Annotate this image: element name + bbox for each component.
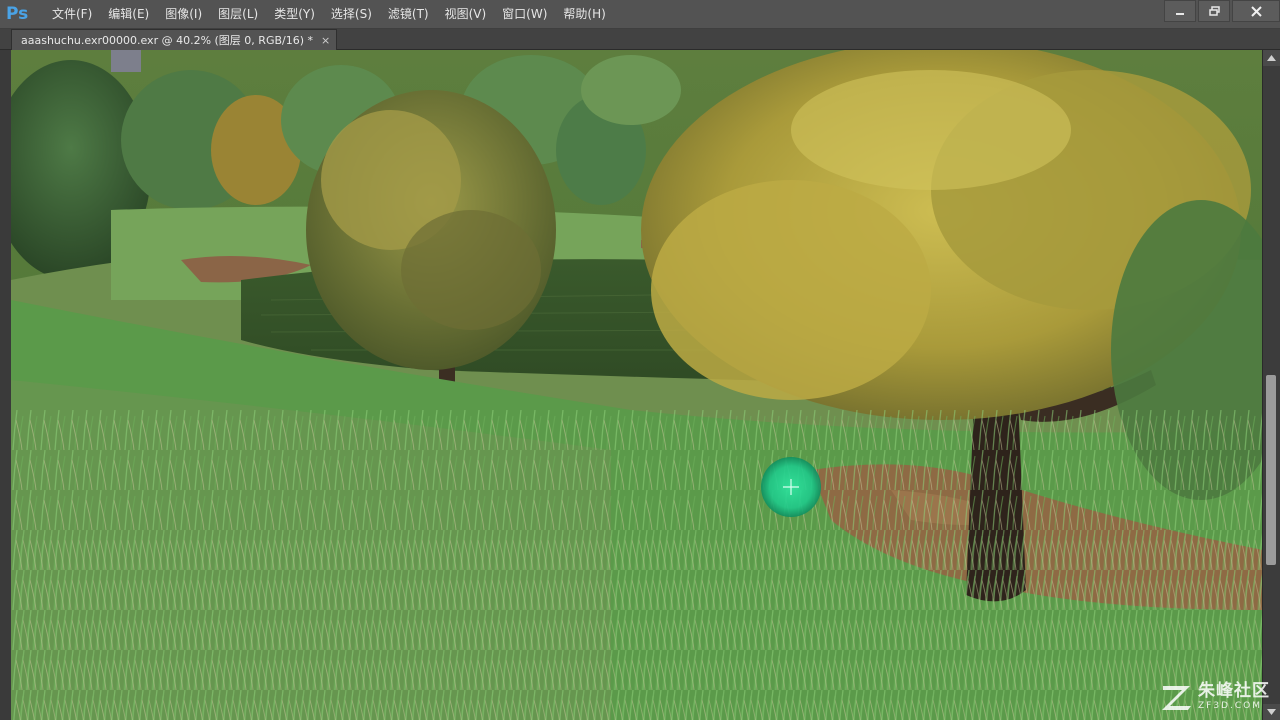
- document-tab-strip: aaashuchu.exr00000.exr @ 40.2% (图层 0, RG…: [0, 29, 1280, 50]
- menu-image[interactable]: 图像(I): [157, 0, 210, 28]
- close-icon: [1250, 5, 1262, 17]
- scroll-thumb[interactable]: [1266, 375, 1276, 565]
- menu-type[interactable]: 类型(Y): [266, 0, 323, 28]
- menu-filter[interactable]: 滤镜(T): [380, 0, 437, 28]
- brush-cursor: [761, 457, 821, 517]
- canvas-left-gutter: [0, 50, 11, 720]
- watermark-url: ZF3D.COM: [1198, 701, 1262, 711]
- watermark-title: 朱峰社区: [1198, 681, 1270, 701]
- minimize-icon: [1176, 13, 1184, 15]
- document-tab[interactable]: aaashuchu.exr00000.exr @ 40.2% (图层 0, RG…: [11, 29, 338, 50]
- close-button[interactable]: [1232, 0, 1280, 22]
- window-controls: [1162, 0, 1280, 22]
- menu-layer[interactable]: 图层(L): [210, 0, 266, 28]
- zf-logo-icon: [1162, 686, 1191, 710]
- scroll-up-button[interactable]: [1263, 50, 1280, 66]
- restore-button[interactable]: [1198, 0, 1230, 22]
- tab-close-icon[interactable]: ×: [321, 34, 330, 47]
- document-tab-title: aaashuchu.exr00000.exr @ 40.2% (图层 0, RG…: [21, 34, 314, 47]
- chevron-up-icon: [1267, 55, 1276, 61]
- menu-edit[interactable]: 编辑(E): [100, 0, 157, 28]
- menu-bar: Ps 文件(F) 编辑(E) 图像(I) 图层(L) 类型(Y) 选择(S) 滤…: [0, 0, 1280, 29]
- watermark: 朱峰社区 ZF3D.COM: [1160, 682, 1270, 712]
- menu-window[interactable]: 窗口(W): [494, 0, 555, 28]
- menu-view[interactable]: 视图(V): [437, 0, 495, 28]
- photoshop-logo: Ps: [6, 4, 29, 24]
- canvas-area: [0, 50, 1280, 720]
- document-canvas[interactable]: [11, 50, 1263, 720]
- minimize-button[interactable]: [1164, 0, 1196, 22]
- restore-icon: [1208, 6, 1220, 16]
- menu-select[interactable]: 选择(S): [323, 0, 380, 28]
- menu-help[interactable]: 帮助(H): [555, 0, 613, 28]
- menu-file[interactable]: 文件(F): [44, 0, 100, 28]
- landscape-render: [11, 50, 1263, 720]
- vertical-scrollbar[interactable]: [1262, 50, 1280, 720]
